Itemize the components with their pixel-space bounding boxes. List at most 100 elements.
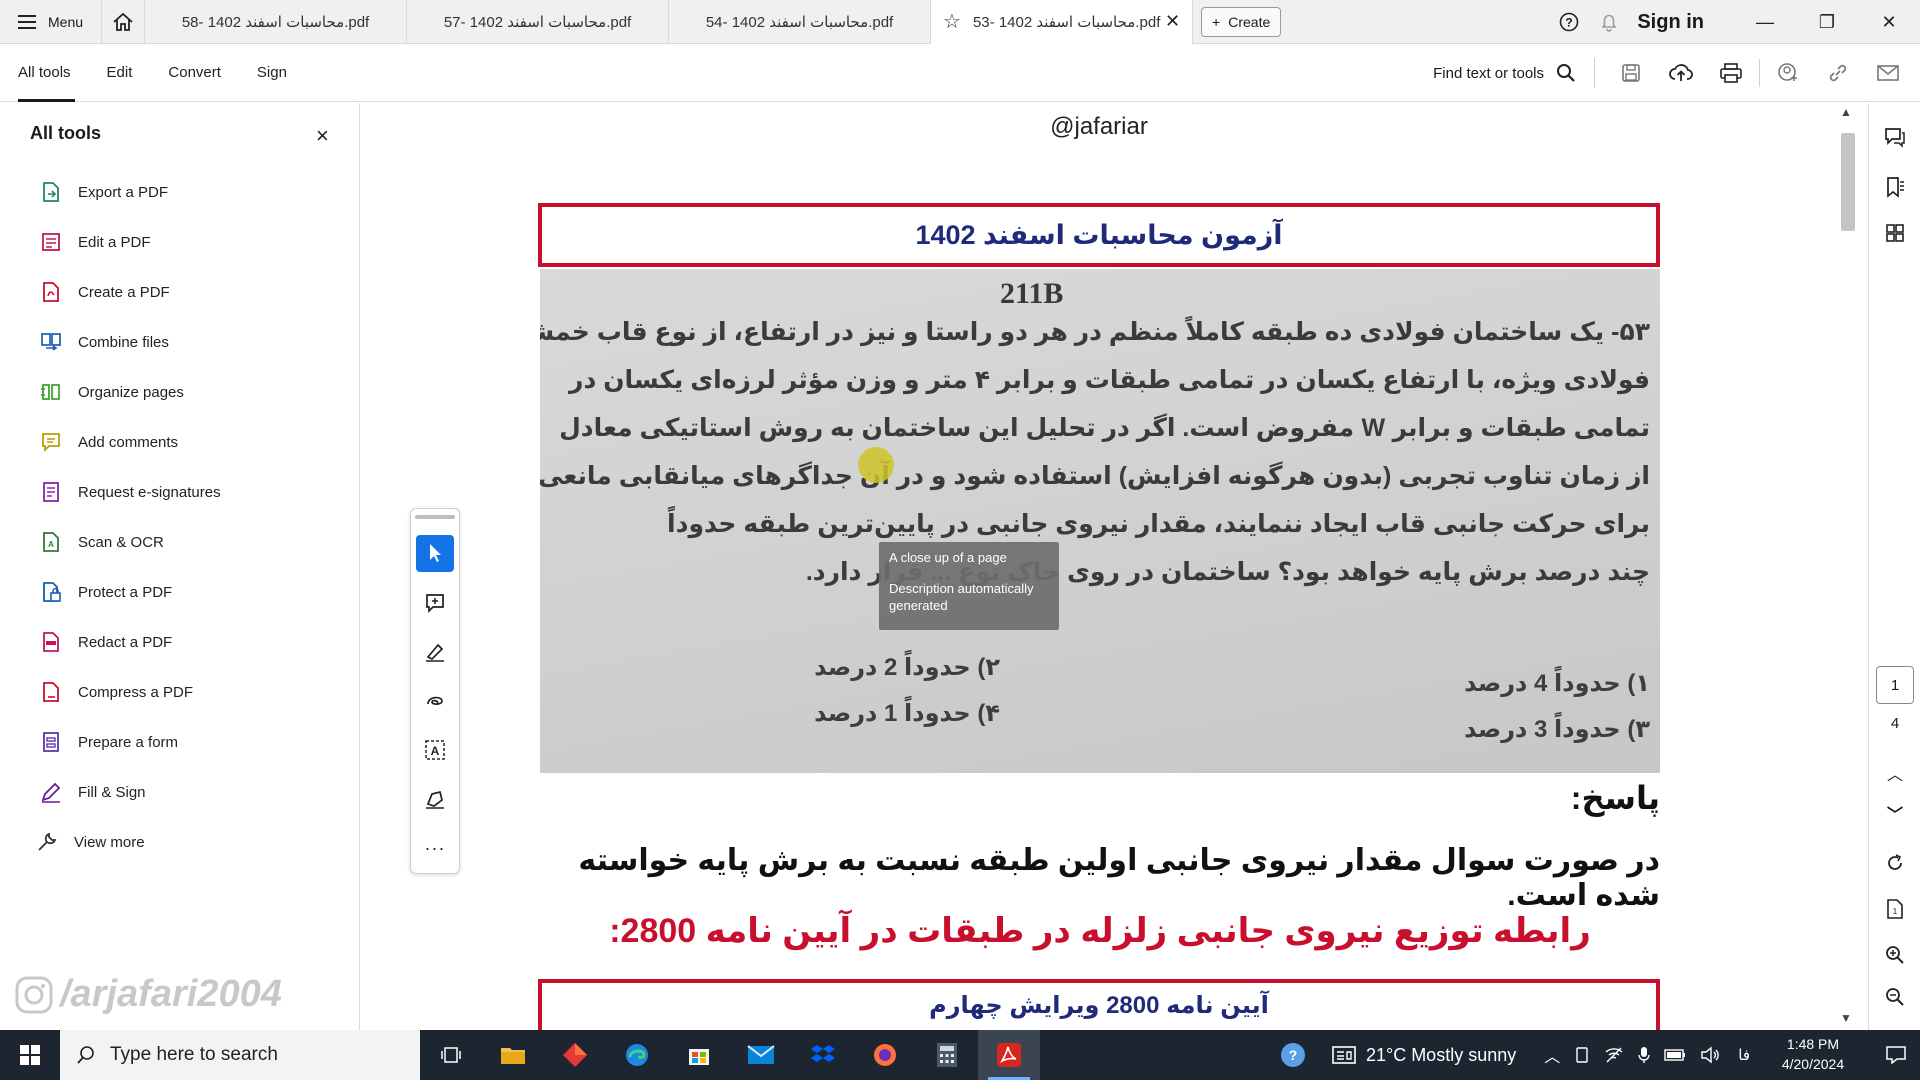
view-more-link[interactable]: View more xyxy=(36,817,221,867)
taskbar-search-box[interactable]: Type here to search xyxy=(60,1030,420,1080)
clock-time: 1:48 PM xyxy=(1786,1036,1840,1053)
calculator-app[interactable] xyxy=(916,1030,978,1080)
star-icon[interactable]: ☆ xyxy=(943,9,961,34)
highlighter-icon xyxy=(426,643,444,662)
acrobat-app[interactable] xyxy=(978,1030,1040,1080)
create-button[interactable]: + Create xyxy=(1201,6,1282,37)
protect-pdf-icon xyxy=(43,582,61,602)
chevron-up-icon: ︿ xyxy=(1886,767,1903,784)
email-button[interactable] xyxy=(1866,51,1910,95)
close-window-button[interactable]: ✕ xyxy=(1858,0,1920,44)
tool-protect-pdf[interactable]: Protect a PDF xyxy=(40,567,221,617)
clock[interactable]: 1:48 PM 4/20/2024 xyxy=(1768,1035,1858,1074)
copy-link-button[interactable] xyxy=(1816,51,1860,95)
bookmarks-panel-button[interactable] xyxy=(1881,173,1909,201)
wrench-icon xyxy=(38,832,57,851)
network-off-icon[interactable] xyxy=(1604,1046,1624,1064)
title-right-controls: ? Sign in — ❐ ✕ xyxy=(1549,0,1920,44)
page-numbers-button[interactable]: 1 xyxy=(1881,895,1909,923)
tool-edit-pdf[interactable]: Edit a PDF xyxy=(40,217,221,267)
tool-fill-sign[interactable]: Fill & Sign xyxy=(40,767,221,817)
previous-page-button[interactable]: ︿ xyxy=(1881,759,1909,787)
minimize-button[interactable]: — xyxy=(1734,0,1796,44)
question-line: ۵۳- یک ساختمان فولادی ده طبقه کاملاً منظ… xyxy=(540,318,1650,346)
next-page-button[interactable]: ﹀ xyxy=(1881,799,1909,827)
weather-widget[interactable]: 21°C Mostly sunny xyxy=(1332,1045,1516,1066)
select-tool-button[interactable] xyxy=(416,534,454,573)
notification-center-button[interactable] xyxy=(1872,1030,1920,1080)
show-hidden-icons-chevron-up-icon[interactable]: ︿ xyxy=(1544,1043,1560,1067)
text-tool-button[interactable]: A xyxy=(416,732,454,769)
edge-browser-app[interactable] xyxy=(606,1030,668,1080)
thumbnails-panel-button[interactable] xyxy=(1881,219,1909,247)
tool-request-esignatures[interactable]: Request e-signatures xyxy=(40,467,221,517)
print-button[interactable] xyxy=(1709,51,1753,95)
sign-tool-button[interactable] xyxy=(416,781,454,818)
volume-icon[interactable] xyxy=(1700,1046,1720,1064)
tool-combine-files[interactable]: Combine files xyxy=(40,317,221,367)
rotate-button[interactable] xyxy=(1881,849,1909,877)
current-page-input[interactable]: 1 xyxy=(1876,666,1914,704)
tool-export-pdf[interactable]: Export a PDF xyxy=(40,167,221,217)
sign-in-link[interactable]: Sign in xyxy=(1629,11,1734,34)
close-tab-icon[interactable]: ✕ xyxy=(1165,11,1180,32)
fill-sign-icon xyxy=(41,782,61,803)
mail-app[interactable] xyxy=(730,1030,792,1080)
scroll-up-icon[interactable]: ▲ xyxy=(1840,105,1852,119)
help-assistant-app[interactable]: ? xyxy=(1268,1030,1318,1080)
share-user-button[interactable] xyxy=(1766,51,1810,95)
cloud-upload-icon xyxy=(1669,64,1693,81)
search-icon xyxy=(77,1046,94,1064)
battery-icon[interactable] xyxy=(1664,1048,1686,1062)
restore-button[interactable]: ❐ xyxy=(1796,0,1858,44)
question-line: تمامی طبقات و برابر W مفروض است. اگر در … xyxy=(559,414,1650,442)
tool-label: Organize pages xyxy=(78,383,184,401)
notifications-button[interactable] xyxy=(1589,0,1629,44)
tab-doc-57[interactable]: محاسبات اسفند 1402 -57.pdf xyxy=(407,0,670,44)
highlight-tool-button[interactable] xyxy=(416,633,454,670)
tab-doc-53[interactable]: ☆ محاسبات اسفند 1402 -53.pdf ✕ xyxy=(931,0,1194,44)
tool-redact-pdf[interactable]: Redact a PDF xyxy=(40,617,221,667)
toolbar-tab-edit[interactable]: Edit xyxy=(89,44,151,102)
acrobat-icon xyxy=(997,1043,1021,1067)
tool-add-comments[interactable]: Add comments xyxy=(40,417,221,467)
microsoft-store-app[interactable] xyxy=(668,1030,730,1080)
home-button[interactable] xyxy=(101,0,146,44)
tool-organize-pages[interactable]: Organize pages xyxy=(40,367,221,417)
draw-tool-button[interactable] xyxy=(416,682,454,719)
tab-doc-58[interactable]: محاسبات اسفند 1402 -58.pdf xyxy=(145,0,408,44)
comments-panel-button[interactable] xyxy=(1881,123,1909,151)
zoom-in-button[interactable] xyxy=(1881,941,1909,969)
add-comment-tool-button[interactable] xyxy=(416,584,454,621)
help-button[interactable]: ? xyxy=(1549,0,1589,44)
file-explorer-app[interactable] xyxy=(482,1030,544,1080)
toolbar-tab-all-tools[interactable]: All tools xyxy=(0,44,89,102)
dropbox-app[interactable] xyxy=(792,1030,854,1080)
red-diamond-app[interactable] xyxy=(544,1030,606,1080)
toolbar-tab-sign[interactable]: Sign xyxy=(239,44,305,102)
find-text-or-tools[interactable]: Find text or tools xyxy=(1433,58,1595,88)
start-button[interactable] xyxy=(0,1030,60,1080)
tool-prepare-form[interactable]: Prepare a form xyxy=(40,717,221,767)
scrollbar-thumb[interactable] xyxy=(1841,133,1855,231)
close-panel-icon[interactable]: × xyxy=(316,123,329,149)
tab-doc-54[interactable]: محاسبات اسفند 1402 -54.pdf xyxy=(669,0,932,44)
vertical-scrollbar[interactable]: ▲ ▼ xyxy=(1838,103,1856,1030)
tool-create-pdf[interactable]: Create a PDF xyxy=(40,267,221,317)
firefox-app[interactable] xyxy=(854,1030,916,1080)
save-button[interactable] xyxy=(1609,51,1653,95)
task-view-button[interactable] xyxy=(420,1030,482,1080)
upload-cloud-button[interactable] xyxy=(1659,51,1703,95)
device-icon[interactable] xyxy=(1574,1046,1590,1064)
toolbar-tab-convert[interactable]: Convert xyxy=(150,44,239,102)
input-language[interactable]: فا xyxy=(1738,1046,1750,1064)
more-tools-button[interactable]: ··· xyxy=(416,830,454,867)
zoom-out-button[interactable] xyxy=(1881,983,1909,1011)
plus-icon: + xyxy=(1212,13,1221,30)
microphone-icon[interactable] xyxy=(1638,1046,1650,1064)
palette-drag-handle[interactable] xyxy=(415,515,455,519)
tool-scan-ocr[interactable]: A Scan & OCR xyxy=(40,517,221,567)
menu-button[interactable]: Menu xyxy=(0,0,101,44)
tool-compress-pdf[interactable]: Compress a PDF xyxy=(40,667,221,717)
scroll-down-icon[interactable]: ▼ xyxy=(1840,1011,1852,1025)
